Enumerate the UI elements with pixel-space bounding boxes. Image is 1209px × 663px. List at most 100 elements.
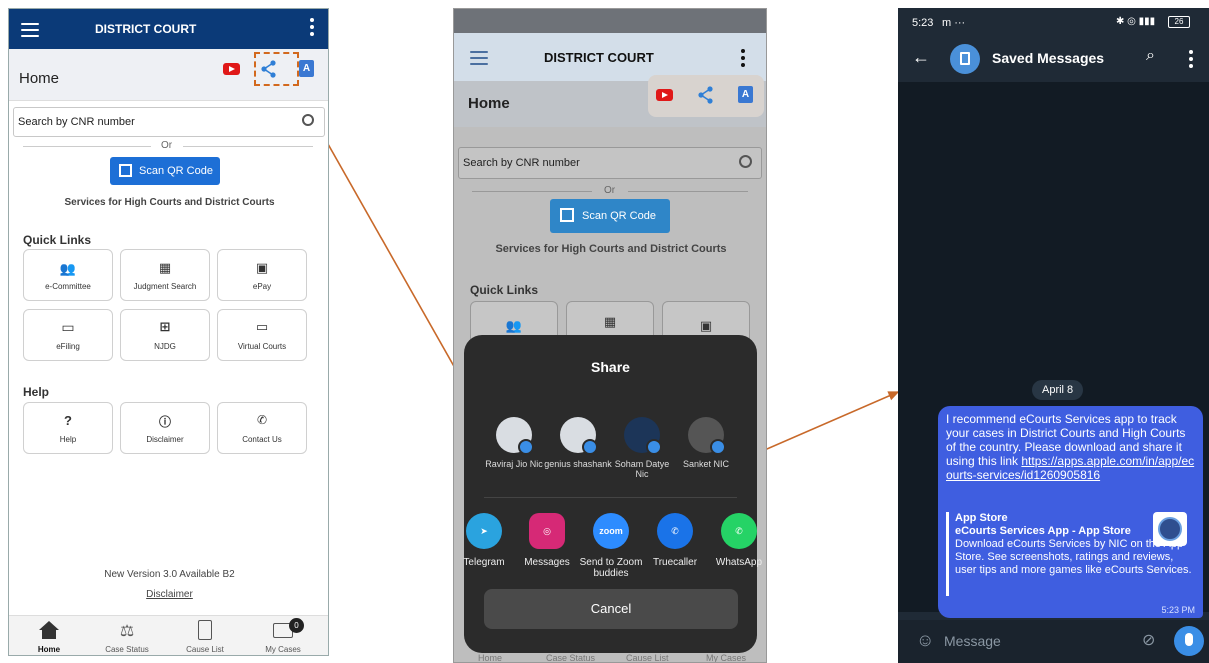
cancel-button[interactable]: Cancel [484,589,738,629]
book-icon: ▦ [158,260,172,275]
emoji-icon[interactable]: ☺ [916,630,934,651]
scales-icon: ⚖ [119,623,135,640]
qr-code-icon [560,208,574,222]
message-input[interactable]: Message [944,633,1001,649]
quick-link-njdg[interactable]: ⊞ NJDG [120,309,210,361]
search-icon[interactable] [739,155,752,168]
divider [183,146,313,147]
search-icon[interactable] [302,114,314,126]
share-highlight-box [254,52,299,86]
translate-icon[interactable]: A [299,60,314,77]
or-label: Or [161,140,173,151]
chat-title: Saved Messages [992,50,1105,66]
contact-name: Sanket NIC [682,459,730,469]
link-preview[interactable]: App Store eCourts Services App - App Sto… [946,512,1192,596]
quick-link-epay[interactable]: ▣ ePay [217,249,307,301]
phone-telegram-saved-messages: 5:23 m ··· ✱ ◎ ▮▮▮ 26 ← Saved Messages ⌕… [898,8,1209,663]
nav-label[interactable]: Case Status [546,653,595,662]
translate-icon[interactable]: A [738,86,753,103]
app-name: Telegram [463,557,505,568]
scan-qr-button[interactable]: Scan QR Code [110,157,220,185]
nav-case-status[interactable]: ⚖ Case Status [95,616,159,655]
quick-link-virtual-courts[interactable]: ▭ Virtual Courts [217,309,307,361]
clipboard-icon [198,620,212,640]
phone-icon: ✆ [256,413,268,427]
window-icon: ▭ [61,319,75,335]
page-title: Home [19,70,60,87]
search-placeholder: Search by CNR number [18,116,135,128]
info-icon: ⓘ [158,415,172,429]
overflow-menu-icon[interactable] [740,49,746,70]
help-link-contact-us[interactable]: ✆ Contact Us [217,402,307,454]
youtube-icon[interactable] [656,89,673,101]
attach-icon[interactable]: ⊘ [1142,630,1155,650]
contact-name: Raviraj Jio Nic [485,459,543,469]
scan-qr-button[interactable]: Scan QR Code [550,199,670,233]
overflow-menu-icon[interactable] [309,18,315,39]
share-sheet-title: Share [591,359,630,375]
nav-my-cases[interactable]: 0 My Cases [251,616,315,655]
cnr-search-input[interactable]: Search by CNR number [458,147,762,179]
share-sheet: Share Raviraj Jio Nic genius shashank So… [463,335,762,653]
nav-label[interactable]: Cause List [626,653,669,662]
app-name: Truecaller [652,557,698,568]
phone-share-sheet: DISTRICT COURT Home A Search by CNR numb… [453,8,767,663]
tile-label: Contact Us [242,435,282,444]
menu-icon[interactable] [21,23,39,37]
quick-link-e-committee[interactable]: 👥 e-Committee [23,249,113,301]
nav-label: Cause List [186,645,224,654]
app-name: Messages [524,557,570,568]
phone-district-court-home: DISTRICT COURT Home A Search by CNR numb… [8,8,329,656]
chat-header: ← Saved Messages ⌕ [898,36,1209,82]
avatar [560,417,598,455]
tile-label: eFiling [56,342,80,351]
nav-cause-list[interactable]: Cause List [173,616,237,655]
date-pill: April 8 [1032,380,1084,400]
search-icon[interactable]: ⌕ [1146,47,1155,65]
divider [484,497,737,498]
divider [628,191,748,192]
or-label: Or [604,185,616,196]
help-link-disclaimer[interactable]: ⓘ Disclaimer [120,402,210,454]
people-icon: 👥 [59,261,77,276]
share-icon[interactable] [698,86,714,104]
disclaimer-link[interactable]: Disclaimer [9,589,328,600]
message-text: I recommend eCourts Services app to trac… [946,412,1196,482]
telegram-icon: ➤ [466,513,502,549]
message-timestamp: 5:23 PM [1161,605,1195,615]
tile-label: Virtual Courts [237,342,287,351]
youtube-icon[interactable] [223,63,240,75]
scan-qr-label: Scan QR Code [139,165,213,177]
book-icon: ▦ [603,314,617,329]
cnr-search-input[interactable]: Search by CNR number [13,107,325,137]
wallet-icon: ▣ [255,260,269,275]
nav-label: Case Status [105,645,149,654]
bottom-navigation: Home Case Status Cause List My Cases [454,653,766,662]
message-bubble[interactable]: I recommend eCourts Services app to trac… [938,406,1203,618]
instagram-icon: ◎ [529,513,565,549]
services-caption: Services for High Courts and District Co… [64,197,275,208]
whatsapp-icon: ✆ [721,513,757,549]
app-name: WhatsApp [715,557,763,568]
tile-label: NJDG [154,342,176,351]
avatar [688,417,726,455]
message-input-bar: ☺ Message ⊘ [898,620,1209,663]
menu-icon[interactable] [470,51,488,65]
nav-label[interactable]: My Cases [706,653,746,662]
nav-home[interactable]: Home [17,616,81,655]
people-icon: 👥 [505,318,523,333]
help-link-help[interactable]: ? Help [23,402,113,454]
divider [23,146,151,147]
quick-link-judgment-search[interactable]: ▦ Judgment Search [120,249,210,301]
nav-label[interactable]: Home [478,653,502,662]
laptop-icon: ▭ [255,319,269,334]
microphone-icon [1185,633,1193,646]
contact-name: genius shashank [544,459,612,469]
back-arrow-icon[interactable]: ← [912,47,930,68]
overflow-menu-icon[interactable] [1188,50,1194,71]
app-top-bar: DISTRICT COURT [9,9,328,49]
quick-link-efiling[interactable]: ▭ eFiling [23,309,113,361]
app-title: DISTRICT COURT [95,22,197,36]
microphone-button[interactable] [1174,626,1204,656]
nav-label: Home [37,645,61,654]
